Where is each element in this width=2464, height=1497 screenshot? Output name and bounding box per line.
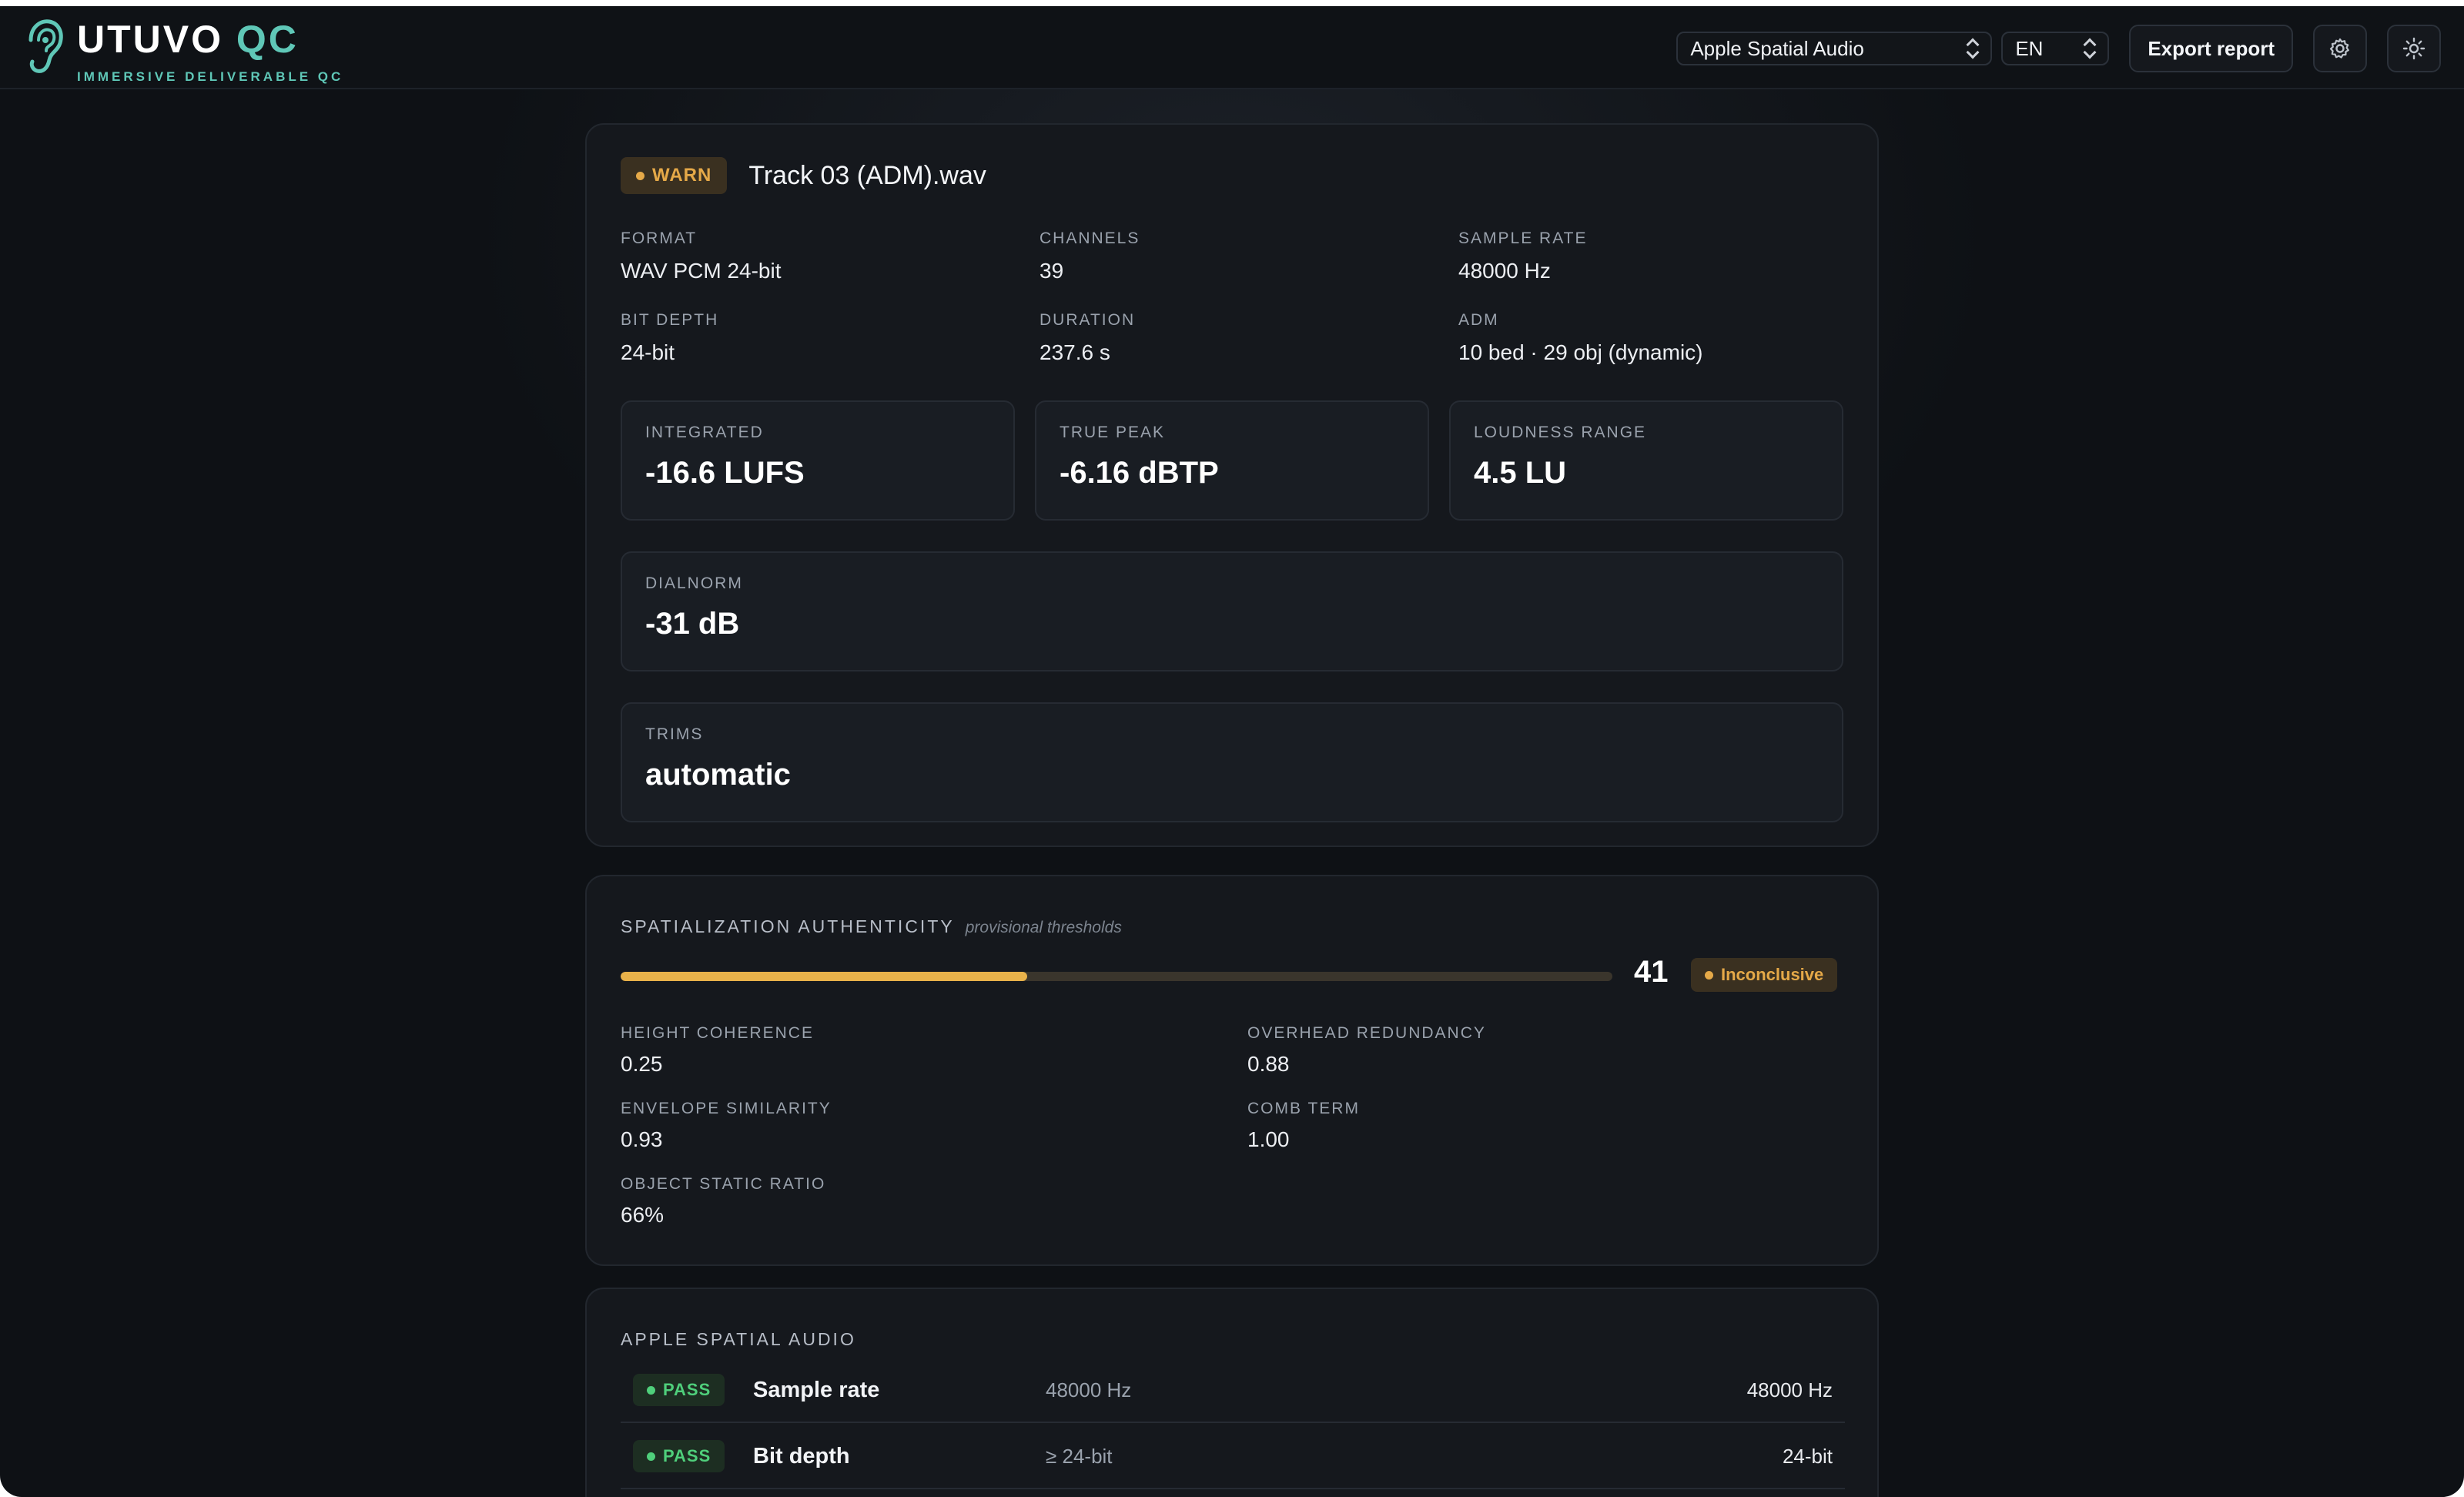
pass-badge-label: PASS [663, 1446, 711, 1465]
file-summary-card: WARN Track 03 (ADM).wav FORMAT WAV PCM 2… [585, 123, 1879, 847]
metric-value: 0.93 [621, 1127, 663, 1151]
thresholds-note: provisional thresholds [965, 919, 1122, 936]
metric-value: 1.00 [1247, 1127, 1290, 1151]
check-row: PASS Bit depth ≥ 24-bit 24-bit [621, 1425, 1845, 1489]
profile-select[interactable]: Apple Spatial Audio [1676, 32, 1993, 65]
header-controls: Apple Spatial Audio EN Export report [1676, 25, 2441, 72]
stat-value: -31 dB [645, 607, 740, 641]
brand-name-main: UTUVO [77, 18, 223, 61]
sun-icon [2402, 37, 2426, 60]
check-name: Sample rate [753, 1377, 880, 1402]
stat-label: LOUDNESS RANGE [1474, 424, 1647, 441]
verdict-dot-icon [1705, 970, 1713, 980]
status-badge: WARN [621, 157, 728, 194]
stat-label: INTEGRATED [645, 424, 764, 441]
meta-label: ADM [1458, 311, 1499, 329]
stat-value: automatic [645, 758, 791, 792]
brand-name: UTUVO QC [77, 17, 354, 62]
integrated-loudness-box: INTEGRATED -16.6 LUFS [621, 400, 1015, 521]
verdict-label: Inconclusive [1721, 965, 1824, 984]
metric-value: 66% [621, 1203, 665, 1227]
true-peak-box: TRUE PEAK -6.16 dBTP [1035, 400, 1429, 521]
theme-toggle-button[interactable] [2387, 25, 2441, 72]
trims-box: TRIMS automatic [621, 702, 1843, 822]
stat-value: -16.6 LUFS [645, 456, 805, 490]
brand-name-accent: QC [236, 18, 299, 61]
meta-value: 48000 Hz [1458, 259, 1551, 283]
meta-value: WAV PCM 24-bit [621, 259, 782, 283]
app-window: UTUVO QC IMMERSIVE DELIVERABLE QC Apple … [0, 6, 2464, 1497]
pass-badge: PASS [633, 1374, 725, 1406]
meta-value: 39 [1040, 259, 1064, 283]
language-select[interactable]: EN [2001, 32, 2110, 65]
brand-logo: UTUVO QC IMMERSIVE DELIVERABLE QC [23, 17, 340, 86]
authenticity-score: 41 [1634, 955, 1669, 989]
authenticity-score-bar [621, 972, 1612, 981]
stat-label: TRUE PEAK [1060, 424, 1166, 441]
metric-label: OVERHEAD REDUNDANCY [1247, 1024, 1486, 1042]
spatialization-title: SPATIALIZATION AUTHENTICITY [621, 916, 955, 936]
updown-chevron-icon [1964, 37, 1980, 60]
file-name: Track 03 (ADM).wav [748, 160, 986, 190]
pass-badge-label: PASS [663, 1380, 711, 1399]
meta-value: 24-bit [621, 340, 675, 364]
meta-value: 237.6 s [1040, 340, 1110, 364]
check-row: PASS Sample rate 48000 Hz 48000 Hz [621, 1358, 1845, 1423]
meta-value: 10 bed · 29 obj (dynamic) [1458, 340, 1703, 364]
file-header: WARN Track 03 (ADM).wav [621, 157, 986, 194]
check-value: 48000 Hz [1746, 1378, 1833, 1402]
status-dot-icon [636, 171, 644, 180]
stat-label: TRIMS [645, 725, 704, 743]
pass-dot-icon [647, 1452, 655, 1461]
meta-label: DURATION [1040, 311, 1136, 329]
metric-value: 0.25 [621, 1052, 663, 1076]
settings-button[interactable] [2313, 25, 2367, 72]
profile-checks-title: APPLE SPATIAL AUDIO [621, 1329, 856, 1349]
meta-label: SAMPLE RATE [1458, 229, 1588, 247]
stat-value: -6.16 dBTP [1060, 456, 1219, 490]
updown-chevron-icon [2081, 37, 2097, 60]
spatialization-card: SPATIALIZATION AUTHENTICITY provisional t… [585, 875, 1879, 1266]
loudness-range-box: LOUDNESS RANGE 4.5 LU [1449, 400, 1843, 521]
dialnorm-box: DIALNORM -31 dB [621, 551, 1843, 671]
metric-label: ENVELOPE SIMILARITY [621, 1100, 832, 1117]
verdict-badge: Inconclusive [1691, 958, 1838, 992]
metric-label: HEIGHT COHERENCE [621, 1024, 814, 1042]
ear-logo-icon [28, 19, 63, 73]
meta-label: FORMAT [621, 229, 698, 247]
meta-label: BIT DEPTH [621, 311, 719, 329]
profile-checks-card: APPLE SPATIAL AUDIO PASS Sample rate 480… [585, 1288, 1879, 1497]
check-requirement: 48000 Hz [1046, 1378, 1132, 1402]
stat-value: 4.5 LU [1474, 456, 1567, 490]
authenticity-score-fill [621, 972, 1028, 981]
brand-tagline: IMMERSIVE DELIVERABLE QC [77, 69, 344, 84]
top-bar: UTUVO QC IMMERSIVE DELIVERABLE QC Apple … [0, 6, 2464, 89]
check-name: Bit depth [753, 1443, 850, 1469]
language-select-value: EN [2015, 36, 2044, 60]
check-value: 24-bit [1782, 1444, 1833, 1468]
metric-label: COMB TERM [1247, 1100, 1360, 1117]
metric-label: OBJECT STATIC RATIO [621, 1175, 826, 1193]
status-badge-label: WARN [652, 165, 712, 186]
pass-dot-icon [647, 1385, 655, 1395]
metric-value: 0.88 [1247, 1052, 1290, 1076]
check-requirement: ≥ 24-bit [1046, 1444, 1113, 1468]
meta-label: CHANNELS [1040, 229, 1140, 247]
gear-icon [2329, 38, 2349, 59]
section-title: SPATIALIZATION AUTHENTICITY provisional t… [621, 916, 1122, 937]
profile-select-value: Apple Spatial Audio [1690, 36, 1864, 60]
stat-label: DIALNORM [645, 574, 743, 592]
export-report-button[interactable]: Export report [2129, 25, 2293, 72]
pass-badge: PASS [633, 1440, 725, 1472]
